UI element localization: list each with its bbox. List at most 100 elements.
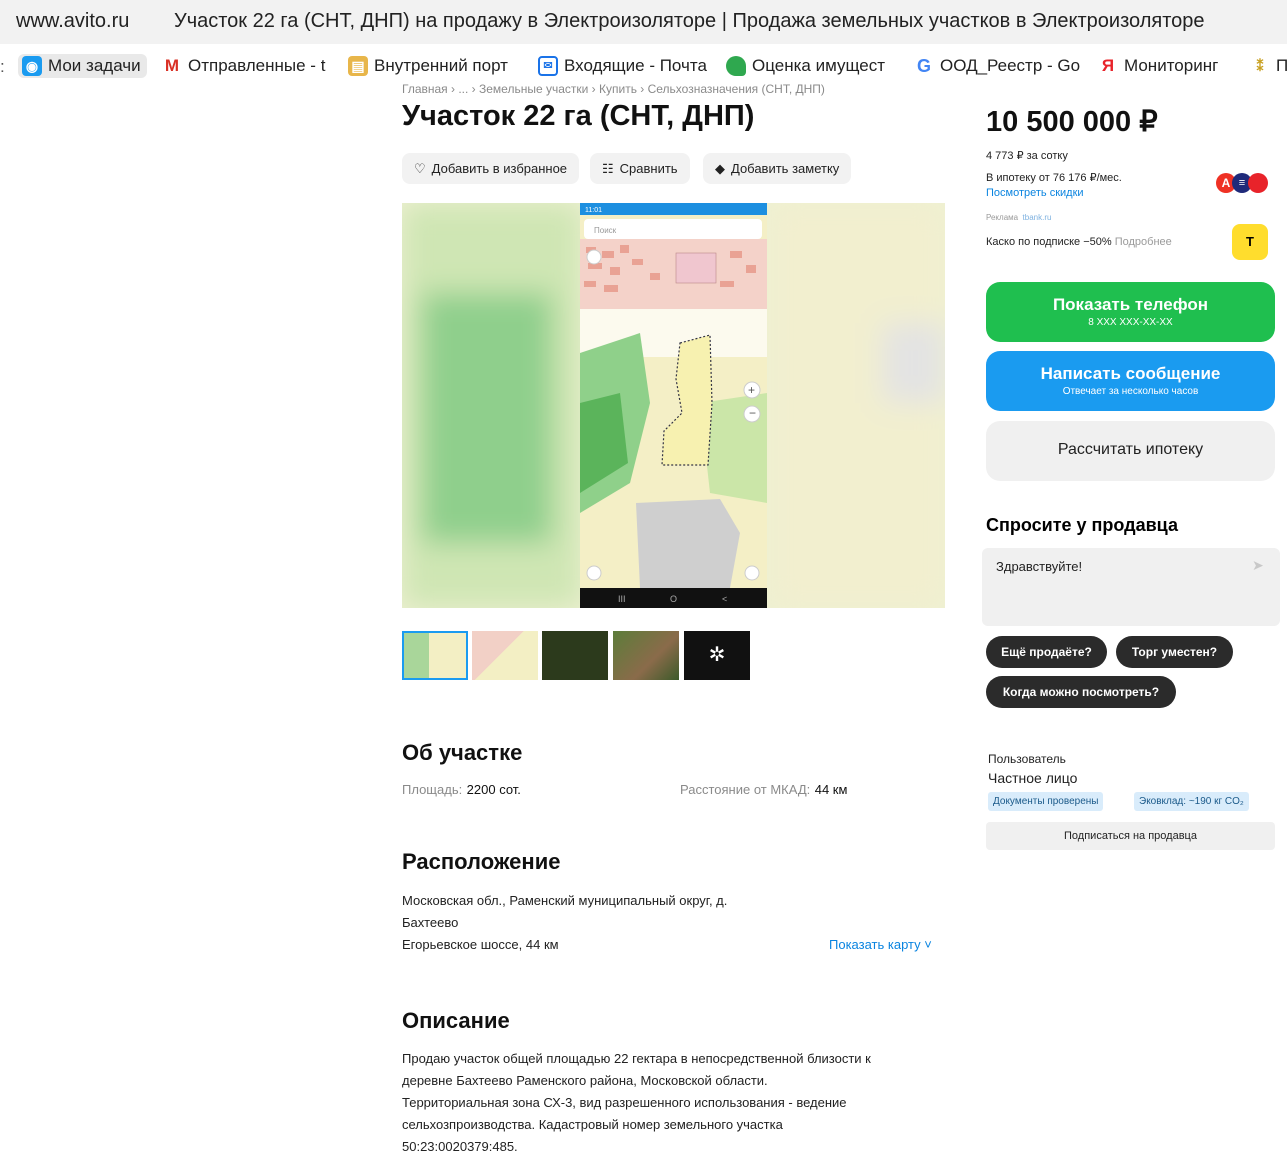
distance-label: Расстояние от МКАД: xyxy=(680,782,811,797)
phone-mask: 8 XXX XXX-XX-XX xyxy=(1088,317,1173,328)
bookmark-label: Внутренний порт xyxy=(374,56,508,75)
browser-page-title: Участок 22 га (СНТ, ДНП) на продажу в Эл… xyxy=(174,10,1205,32)
distance-value: 44 км xyxy=(814,782,848,797)
ad-source-link[interactable]: tbank.ru xyxy=(1023,213,1052,222)
write-message-button[interactable]: Написать сообщение Отвечает за несколько… xyxy=(986,351,1275,411)
map-photo-graphic: Поиск 11:01 + − III O < xyxy=(402,203,945,608)
map-status-time: 11:01 xyxy=(585,207,602,214)
browser-titlebar: www.avito.ru Участок 22 га (СНТ, ДНП) на… xyxy=(0,0,1287,44)
compare-button[interactable]: ☷ Сравнить xyxy=(590,153,690,184)
note-label: Добавить заметку xyxy=(731,161,840,176)
yandex-market-icon: Я xyxy=(1101,56,1115,75)
note-icon: ◆ xyxy=(715,160,725,176)
bookmark-valuation[interactable]: Оценка имущест xyxy=(726,54,885,78)
message-field[interactable]: Здравствуйте! ➤ xyxy=(982,548,1280,626)
quick-reply-chip[interactable]: Когда можно посмотреть? xyxy=(986,676,1176,708)
bookmark-label: Мои задачи xyxy=(48,56,141,75)
bookmark-label: Оценка имущест xyxy=(752,56,886,75)
bookmark-label: Входящие - Почта xyxy=(564,56,707,75)
quick-reply-chip[interactable]: Ещё продаёте? xyxy=(986,636,1107,668)
ad-label: Реклама tbank.ru xyxy=(986,213,1051,222)
bookmark-label: П xyxy=(1276,56,1287,75)
discounts-link[interactable]: Посмотреть скидки xyxy=(986,187,1084,199)
bookmark-more[interactable]: ⁑ П xyxy=(1250,54,1287,78)
bookmark-portal[interactable]: ▤ Внутренний порт xyxy=(348,54,508,78)
compare-icon: ☷ xyxy=(602,160,614,176)
thumbnail-4[interactable] xyxy=(613,631,679,680)
kasko-more-link[interactable]: Подробнее xyxy=(1115,236,1172,248)
browser-domain: www.avito.ru xyxy=(16,10,130,32)
google-icon: G xyxy=(916,56,931,76)
description-heading: Описание xyxy=(402,1008,510,1033)
docs-verified-badge: Документы проверены xyxy=(988,792,1104,811)
mortgage-text: В ипотеку от 76 176 ₽/мес. xyxy=(986,172,1122,184)
tbank-logo-icon: T xyxy=(1232,224,1268,260)
ask-seller-heading: Спросите у продавца xyxy=(986,515,1178,535)
kasko-text: Каско по подписке −50% xyxy=(986,236,1112,248)
price: 10 500 000 ₽ xyxy=(986,106,1158,138)
compare-label: Сравнить xyxy=(619,161,678,176)
bookmark-tasks[interactable]: ◉ Мои задачи xyxy=(18,54,147,78)
mail-icon: ✉ xyxy=(538,56,558,76)
about-heading: Об участке xyxy=(402,740,523,765)
bookmarks-overflow-icon[interactable]: : xyxy=(0,57,5,77)
highway-text: Егорьевское шоссе, 44 км xyxy=(402,937,559,952)
message-value: Здравствуйте! xyxy=(996,559,1083,574)
description-line: деревне Бахтеево Раменского района, Моск… xyxy=(402,1073,768,1088)
reply-time: Отвечает за несколько часов xyxy=(1062,386,1199,397)
bookmark-label: Отправленные - t xyxy=(188,56,326,75)
add-favorite-button[interactable]: ♡ Добавить в избранное xyxy=(402,153,580,184)
price-per-sotka: 4 773 ₽ за сотку xyxy=(986,150,1068,162)
kasko-ad[interactable]: Каско по подписке −50% Подробнее xyxy=(986,236,1172,248)
svg-text:III: III xyxy=(618,594,626,604)
main-photo[interactable]: Поиск 11:01 + − III O < xyxy=(402,203,945,608)
favorite-label: Добавить в избранное xyxy=(431,161,568,176)
bookmark-monitoring[interactable]: Я Мониторинг xyxy=(1098,54,1218,78)
thumbnail-1[interactable] xyxy=(402,631,468,680)
tasks-icon: ◉ xyxy=(22,56,42,76)
gear-icon: ✲ xyxy=(708,644,726,666)
show-phone-label: Показать телефон xyxy=(1052,295,1209,314)
area-row: Площадь: 2200 сот. xyxy=(402,781,521,799)
description-line: Территориальная зона СХ-3, вид разрешенн… xyxy=(402,1095,847,1110)
bank-logos: А ≡ xyxy=(1216,171,1276,195)
bank-icon xyxy=(1248,173,1268,193)
show-map-link[interactable]: Показать карту ˅ xyxy=(829,937,932,952)
svg-text:+: + xyxy=(748,383,755,397)
thumbnail-2[interactable] xyxy=(472,631,538,680)
description-line: 50:23:0020379:485. xyxy=(402,1139,518,1154)
bookmark-gmail[interactable]: M Отправленные - t xyxy=(162,54,326,78)
distance-row: Расстояние от МКАД: 44 км xyxy=(680,781,847,799)
send-icon[interactable]: ➤ xyxy=(1252,557,1264,574)
bookmarks-bar: : ◉ Мои задачи M Отправленные - t ▤ Внут… xyxy=(0,48,1287,82)
bookmark-label: Мониторинг xyxy=(1124,56,1219,75)
bookmark-inbox[interactable]: ✉ Входящие - Почта xyxy=(538,54,707,78)
svg-text:−: − xyxy=(749,406,756,420)
calc-mortgage-label: Рассчитать ипотеку xyxy=(1057,441,1204,458)
bookmark-registry[interactable]: G ООД_Реестр - Go xyxy=(914,54,1080,78)
address-line-2: Бахтеево xyxy=(402,915,459,930)
show-phone-button[interactable]: Показать телефон 8 XXX XXX-XX-XX xyxy=(986,282,1275,342)
description-line: Продаю участок общей площадью 22 гектара… xyxy=(402,1051,871,1066)
svg-text:<: < xyxy=(722,594,727,604)
map-search-placeholder: Поиск xyxy=(594,226,617,235)
quick-reply-chip[interactable]: Торг уместен? xyxy=(1116,636,1233,668)
eco-badge: Эковклад: ~190 кг CO₂ xyxy=(1134,792,1249,811)
subscribe-button[interactable]: Подписаться на продавца xyxy=(986,822,1275,850)
add-note-button[interactable]: ◆ Добавить заметку xyxy=(703,153,852,184)
heart-icon: ♡ xyxy=(414,160,426,176)
breadcrumb[interactable]: Главная › ... › Земельные участки › Купи… xyxy=(402,82,825,96)
area-value: 2200 сот. xyxy=(466,782,521,797)
page-title: Участок 22 га (СНТ, ДНП) xyxy=(402,100,755,132)
svg-text:O: O xyxy=(670,594,677,604)
thumbnail-more[interactable]: ✲ xyxy=(684,631,750,680)
write-message-label: Написать сообщение xyxy=(1040,364,1221,383)
seller-name[interactable]: Частное лицо xyxy=(988,770,1077,786)
calc-mortgage-button[interactable]: Рассчитать ипотеку xyxy=(986,421,1275,481)
area-label: Площадь: xyxy=(402,782,463,797)
ad-label-text: Реклама xyxy=(986,213,1019,222)
thumbnail-3[interactable] xyxy=(542,631,608,680)
portal-icon: ▤ xyxy=(348,56,368,76)
location-heading: Расположение xyxy=(402,849,561,874)
gmail-icon: M xyxy=(164,56,180,75)
